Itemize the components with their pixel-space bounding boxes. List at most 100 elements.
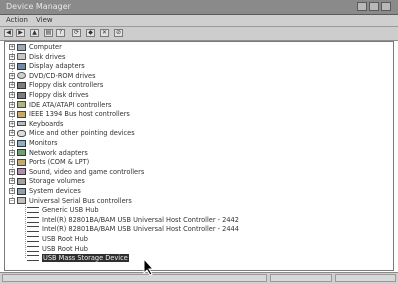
tree-child-node[interactable]: Intel(R) 82801BA/BAM USB Universal Host … xyxy=(27,225,239,234)
tree-node[interactable]: + Disk drives xyxy=(9,53,65,62)
tree-child-node[interactable]: USB Root Hub xyxy=(27,235,88,244)
tree-node[interactable]: + IDE ATA/ATAPI controllers xyxy=(9,101,111,110)
expand-icon[interactable]: + xyxy=(9,149,15,156)
tree-node-label: Computer xyxy=(29,43,62,51)
scan-button[interactable]: ⟳ xyxy=(72,29,81,37)
title-bar: Device Manager xyxy=(0,0,398,15)
device-category-icon xyxy=(17,62,26,70)
usb-device-icon xyxy=(27,236,39,242)
status-segment xyxy=(2,274,267,282)
tree-node[interactable]: + DVD/CD-ROM drives xyxy=(9,72,96,81)
tree-node[interactable]: + Ports (COM & LPT) xyxy=(9,158,89,167)
back-button[interactable]: ◀ xyxy=(4,29,13,37)
tree-node-label: Ports (COM & LPT) xyxy=(29,158,90,167)
expand-icon[interactable]: + xyxy=(9,72,15,79)
tree-node-label: Mice and other pointing devices xyxy=(29,129,135,138)
help-button[interactable]: ? xyxy=(56,29,65,37)
up-button[interactable]: ▲ xyxy=(30,29,39,37)
forward-button[interactable]: ▶ xyxy=(16,29,25,37)
expand-icon[interactable]: + xyxy=(9,111,15,118)
tree-node[interactable]: + Computer xyxy=(9,43,62,52)
device-category-icon xyxy=(17,158,26,166)
tree-node[interactable]: + Sound, video and game controllers xyxy=(9,168,144,177)
tree-child-label: USB Mass Storage Device xyxy=(42,254,129,263)
device-category-icon xyxy=(17,139,26,147)
device-category-icon xyxy=(17,72,26,80)
tree-node-label: Sound, video and game controllers xyxy=(29,167,145,176)
expand-icon[interactable]: + xyxy=(9,101,15,108)
usb-device-icon xyxy=(27,216,39,223)
expand-icon[interactable]: + xyxy=(9,159,15,166)
tree-node[interactable]: + Floppy disk controllers xyxy=(9,81,103,90)
tree-node-label: Floppy disk drives xyxy=(29,91,89,99)
tree-child-label: USB Root Hub xyxy=(42,235,88,243)
device-tree[interactable]: + Computer + Disk drives + Display adapters + D… xyxy=(4,41,394,271)
tree-node[interactable]: + Storage volumes xyxy=(9,177,85,186)
tree-node-label: Monitors xyxy=(29,139,58,147)
uninstall-button[interactable]: ✕ xyxy=(100,29,109,37)
tree-node-label: IDE ATA/ATAPI controllers xyxy=(29,100,112,109)
tree-child-node[interactable]: USB Root Hub xyxy=(27,245,88,254)
expand-icon[interactable]: + xyxy=(9,92,15,98)
tree-node-label: Network adapters xyxy=(29,148,88,157)
usb-device-icon xyxy=(27,245,39,252)
tree-node[interactable]: + System devices xyxy=(9,187,81,196)
update-driver-button[interactable]: ◆ xyxy=(86,29,95,37)
close-button[interactable] xyxy=(381,2,391,11)
menu-bar: Action View xyxy=(0,15,398,27)
tree-node-label: Display adapters xyxy=(29,62,85,71)
device-category-icon xyxy=(17,149,26,157)
device-category-icon xyxy=(17,168,26,176)
tree-node[interactable]: + Floppy disk drives xyxy=(9,91,89,100)
maximize-button[interactable] xyxy=(369,2,379,11)
tree-child-node[interactable]: Generic USB Hub xyxy=(27,206,99,215)
device-category-icon xyxy=(17,43,26,51)
disable-button[interactable]: ⊘ xyxy=(114,29,123,37)
usb-device-icon xyxy=(27,207,39,214)
collapse-icon[interactable]: − xyxy=(9,197,15,204)
toolbar: ◀ ▶ ▲ ▤? ⟳ ◆ ✕ ⊘ xyxy=(0,27,398,41)
tree-node[interactable]: + Keyboards xyxy=(9,120,63,129)
expand-icon[interactable]: + xyxy=(9,63,15,70)
tree-child-label: USB Root Hub xyxy=(42,244,88,253)
tree-node[interactable]: + Display adapters xyxy=(9,62,85,71)
device-category-icon xyxy=(17,101,26,109)
menu-action[interactable]: Action xyxy=(6,16,28,24)
tree-node[interactable]: + Network adapters xyxy=(9,149,88,158)
device-category-icon xyxy=(17,81,26,89)
device-category-icon xyxy=(17,110,26,118)
tree-node-label: IEEE 1394 Bus host controllers xyxy=(29,110,130,119)
minimize-button[interactable] xyxy=(357,2,367,11)
tree-node-selected[interactable]: USB Mass Storage Device xyxy=(27,254,129,263)
menu-view[interactable]: View xyxy=(36,16,53,24)
tree-child-node[interactable]: Intel(R) 82801BA/BAM USB Universal Host … xyxy=(27,216,239,225)
usb-device-icon xyxy=(27,226,39,233)
tree-node-label: System devices xyxy=(29,187,81,195)
expand-icon[interactable]: + xyxy=(9,53,15,60)
status-segment xyxy=(270,274,332,282)
tree-node-label: Storage volumes xyxy=(29,177,85,186)
device-category-icon xyxy=(17,53,26,61)
expand-icon[interactable]: + xyxy=(9,130,15,137)
mouse-pointer-icon xyxy=(143,258,155,276)
tree-node[interactable]: + Mice and other pointing devices xyxy=(9,129,135,138)
tree-node[interactable]: + Monitors xyxy=(9,139,58,148)
tree-node[interactable]: + IEEE 1394 Bus host controllers xyxy=(9,110,130,119)
tree-child-label: Generic USB Hub xyxy=(42,206,99,215)
tree-node-label: Universal Serial Bus controllers xyxy=(29,196,132,205)
device-category-icon xyxy=(17,177,26,185)
tree-node-label: Keyboards xyxy=(29,119,64,128)
tree-node[interactable]: − Universal Serial Bus controllers xyxy=(9,197,132,206)
properties-button[interactable]: ▤ xyxy=(44,29,53,37)
expand-icon[interactable]: + xyxy=(9,82,15,89)
expand-icon[interactable]: + xyxy=(9,178,15,185)
tree-child-label: Intel(R) 82801BA/BAM USB Universal Host … xyxy=(42,215,239,224)
expand-icon[interactable]: + xyxy=(9,140,15,146)
device-category-icon xyxy=(17,121,26,127)
expand-icon[interactable]: + xyxy=(9,168,15,175)
expand-icon[interactable]: + xyxy=(9,44,15,50)
expand-icon[interactable]: + xyxy=(9,120,15,127)
expand-icon[interactable]: + xyxy=(9,188,15,194)
status-bar xyxy=(0,272,398,284)
window-title: Device Manager xyxy=(6,2,71,11)
